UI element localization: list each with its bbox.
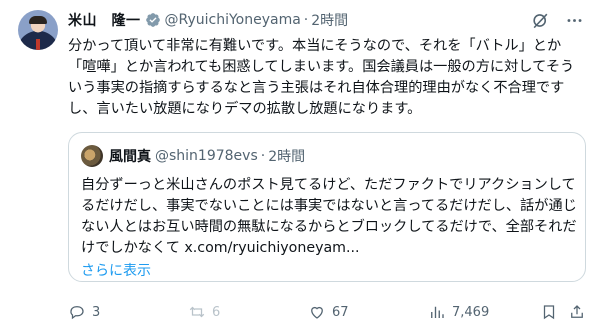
like-count: 67 xyxy=(332,304,349,320)
share-button[interactable] xyxy=(568,302,586,322)
tweet-time[interactable]: 2時間 xyxy=(311,10,348,30)
quoted-tweet-text: 自分ずーっと米山さんのポスト見てるけど、ただファクトでリアクションしてるだけだし… xyxy=(81,177,577,256)
views-count: 7,469 xyxy=(452,304,490,320)
tweet-text: 分かって頂いて非常に有難いです。本当にそうなので、それを「バトル」とか「喧嘩」と… xyxy=(68,38,575,117)
reply-icon xyxy=(70,306,84,320)
quoted-tweet-header: 風間真 @shin1978evs · 2時間 xyxy=(81,145,305,167)
separator-dot: · xyxy=(303,12,309,28)
repost-icon xyxy=(189,306,205,318)
repost-count: 6 xyxy=(212,304,221,320)
views-button[interactable]: 7,469 xyxy=(428,302,489,322)
author-avatar[interactable] xyxy=(18,10,58,50)
quoted-tweet[interactable]: 風間真 @shin1978evs · 2時間 自分ずーっと米山さんのポスト見てる… xyxy=(68,132,586,282)
show-more-link[interactable]: さらに表示 xyxy=(81,260,151,280)
separator-dot: · xyxy=(260,148,266,164)
bookmark-button[interactable] xyxy=(540,302,558,322)
tweet-top-actions xyxy=(530,10,584,30)
grok-icon[interactable] xyxy=(530,10,550,30)
author-name[interactable]: 米山 隆一 xyxy=(68,10,141,30)
share-icon xyxy=(571,305,583,318)
repost-button[interactable]: 6 xyxy=(188,302,220,322)
like-icon xyxy=(311,306,323,319)
quoted-author-avatar xyxy=(81,145,103,167)
like-button[interactable]: 67 xyxy=(308,302,349,322)
bookmark-icon xyxy=(543,305,555,320)
quoted-author-handle: @shin1978evs xyxy=(155,148,258,164)
views-icon xyxy=(431,306,444,318)
reply-button[interactable]: 3 xyxy=(68,302,100,322)
more-icon[interactable] xyxy=(564,10,584,30)
reply-count: 3 xyxy=(92,304,101,320)
tweet-action-bar: 3 6 67 7,469 xyxy=(68,302,588,322)
verified-badge-icon xyxy=(145,12,161,28)
author-handle[interactable]: @RyuichiYoneyama xyxy=(165,12,301,28)
quoted-tweet-time: 2時間 xyxy=(268,149,306,165)
tweet-header: 米山 隆一 @RyuichiYoneyama · 2時間 xyxy=(68,10,348,30)
quoted-author-name: 風間真 xyxy=(109,149,151,165)
